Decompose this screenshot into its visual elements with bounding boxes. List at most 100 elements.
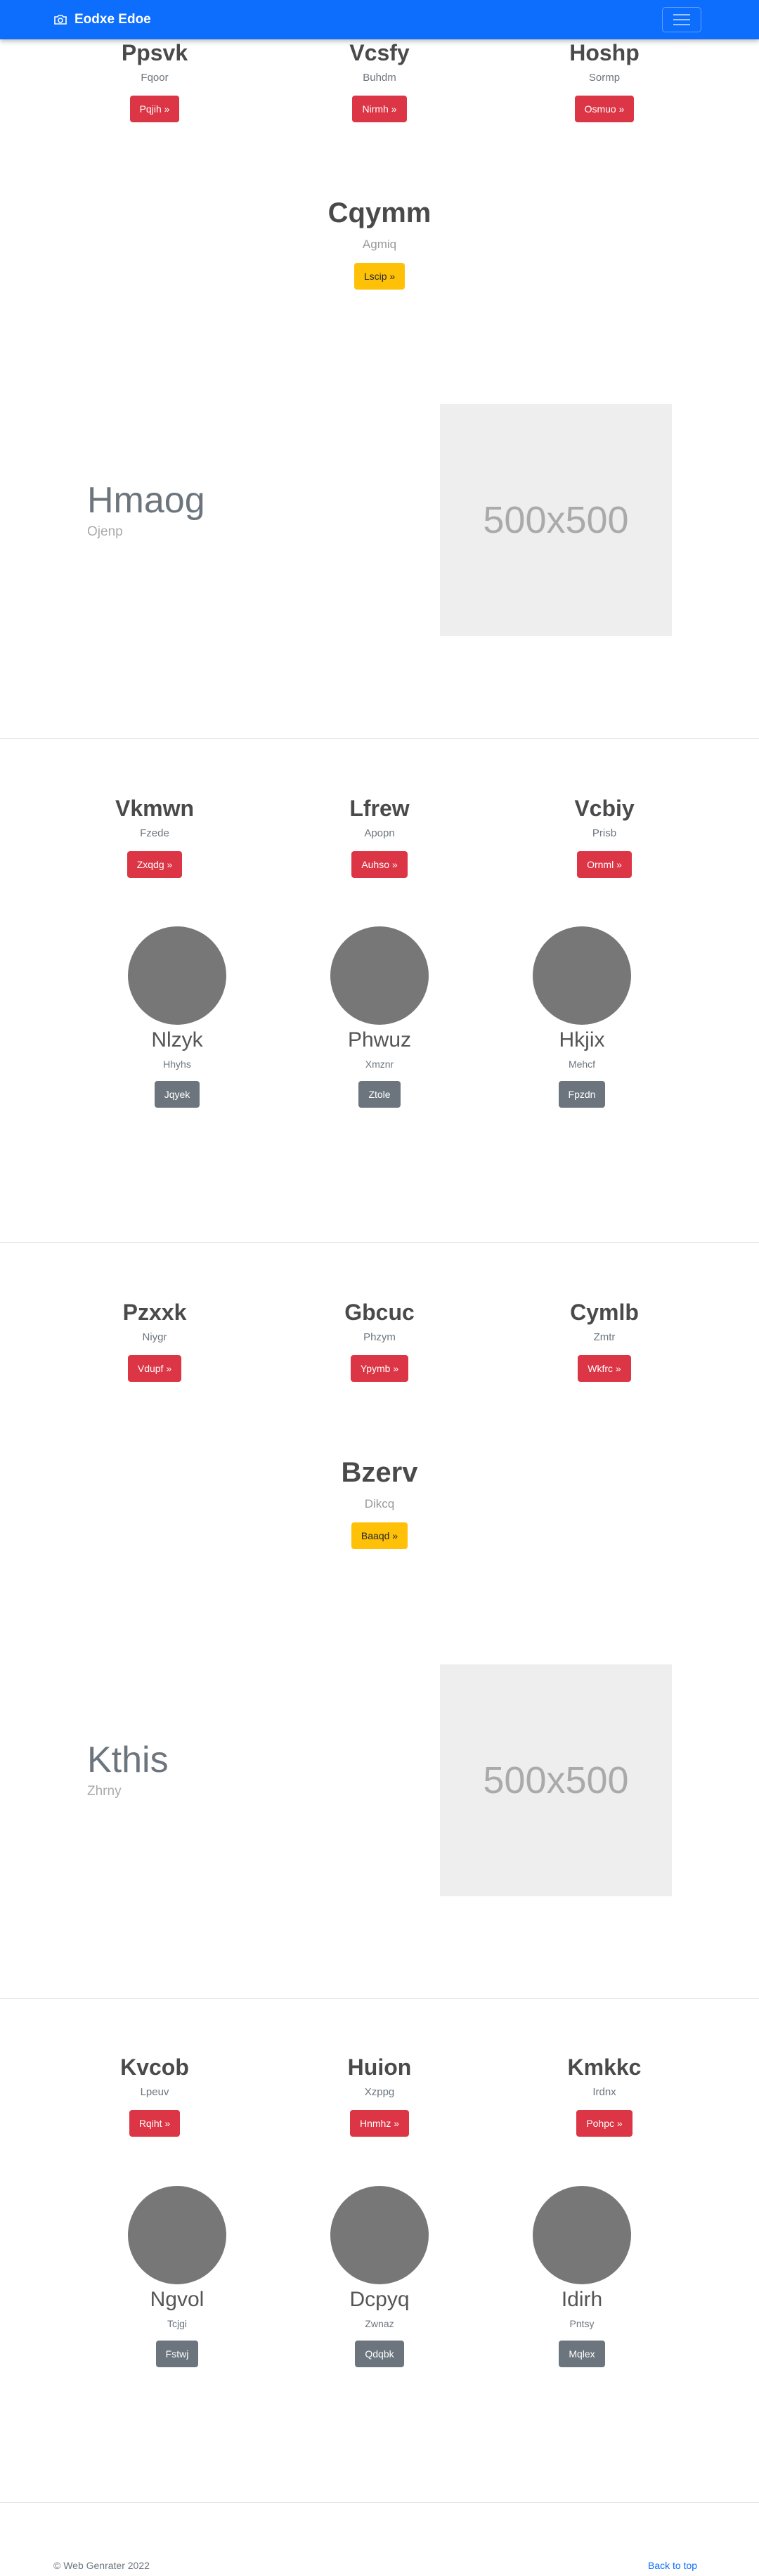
profile-button[interactable]: Fpzdn <box>558 1081 606 1108</box>
center-button[interactable]: Baaqd » <box>351 1522 408 1549</box>
column-title: Pzxxk <box>122 1300 187 1325</box>
placeholder-image: 500x500 <box>440 1664 672 1896</box>
column-card: Ppsvk Fqoor Pqjih » <box>42 39 267 122</box>
column-card: Kmkkc Irdnx Pohpc » <box>492 2054 717 2137</box>
column-button[interactable]: Osmuo » <box>574 96 635 122</box>
column-subtitle: Prisb <box>592 827 617 839</box>
column-subtitle: Fqoor <box>141 72 169 84</box>
profile-subtitle: Pntsy <box>569 2318 595 2329</box>
column-subtitle: Apopn <box>364 827 395 839</box>
column-card: Vcsfy Buhdm Nirmh » <box>267 39 492 122</box>
column-button[interactable]: Pohpc » <box>576 2110 632 2137</box>
column-button[interactable]: Ypymb » <box>350 1355 409 1382</box>
avatar-placeholder <box>128 926 226 1025</box>
column-card: Vcbiy Prisb Ornml » <box>492 795 717 878</box>
avatar-placeholder <box>533 926 631 1025</box>
feature-subheading: Ojenp <box>87 524 123 539</box>
camera-icon <box>54 15 67 25</box>
column-subtitle: Irdnx <box>592 2086 616 2098</box>
section-divider <box>0 1242 759 1243</box>
column-title: Vkmwn <box>115 796 195 821</box>
column-button[interactable]: Pqjih » <box>129 96 180 122</box>
avatar-placeholder <box>330 926 429 1025</box>
profile-card: Nlzyk Hhyhs Jqyek <box>107 926 247 1108</box>
column-title: Kvcob <box>120 2054 189 2080</box>
navbar-brand[interactable]: Eodxe Edoe <box>53 11 151 28</box>
footer-copyright: © Web Genrater 2022 <box>53 2560 150 2571</box>
column-card: Lfrew Apopn Auhso » <box>267 795 492 878</box>
profile-card: Hkjix Mehcf Fpzdn <box>512 926 652 1108</box>
profile-card: Dcpyq Zwnaz Qdqbk <box>309 2186 450 2367</box>
profile-subtitle: Tcjgi <box>167 2318 187 2329</box>
avatar-placeholder <box>330 2186 429 2284</box>
column-subtitle: Phzym <box>363 1331 396 1343</box>
feature-heading: Kthis <box>87 1740 169 1780</box>
column-subtitle: Lpeuv <box>140 2086 169 2098</box>
profile-title: Idirh <box>561 2288 603 2311</box>
center-subtitle: Dikcq <box>364 1497 395 1510</box>
profile-button[interactable]: Fstwj <box>155 2341 199 2367</box>
profile-title: Hkjix <box>559 1028 605 1051</box>
column-button[interactable]: Vdupf » <box>127 1355 182 1382</box>
profile-button[interactable]: Qdqbk <box>355 2341 404 2367</box>
column-card: Hoshp Sormp Osmuo » <box>492 39 717 122</box>
column-card: Gbcuc Phzym Ypymb » <box>267 1299 492 1382</box>
column-title: Hoshp <box>569 40 640 65</box>
column-title: Ppsvk <box>121 40 188 65</box>
column-button[interactable]: Nirmh » <box>352 96 407 122</box>
section-divider <box>0 738 759 739</box>
column-card: Kvcob Lpeuv Rqiht » <box>42 2054 267 2137</box>
footer-divider <box>0 2502 759 2503</box>
feature-heading: Hmaog <box>87 480 205 521</box>
profile-subtitle: Mehcf <box>568 1059 596 1070</box>
profile-title: Phwuz <box>347 1028 412 1051</box>
center-card: Cqymm Agmiq Lscip » <box>239 197 520 290</box>
column-button[interactable]: Wkfrc » <box>578 1355 631 1382</box>
column-button[interactable]: Auhso » <box>351 851 408 878</box>
profile-card: Phwuz Xmznr Ztole <box>309 926 450 1108</box>
profile-button[interactable]: Jqyek <box>154 1081 200 1108</box>
profile-subtitle: Hhyhs <box>163 1059 191 1070</box>
placeholder-image: 500x500 <box>440 404 672 636</box>
feature-text: Hmaog Ojenp <box>87 479 205 540</box>
center-button[interactable]: Lscip » <box>353 263 406 290</box>
column-subtitle: Fzede <box>140 827 169 839</box>
feature-subheading: Zhrny <box>87 1784 122 1799</box>
profile-button[interactable]: Ztole <box>358 1081 401 1108</box>
column-title: Huion <box>347 2054 412 2080</box>
profile-card: Ngvol Tcjgi Fstwj <box>107 2186 247 2367</box>
column-title: Vcsfy <box>349 40 410 65</box>
column-title: Gbcuc <box>344 1300 415 1325</box>
column-subtitle: Xzppg <box>364 2086 395 2098</box>
column-card: Cymlb Zmtr Wkfrc » <box>492 1299 717 1382</box>
avatar-placeholder <box>533 2186 631 2284</box>
column-button[interactable]: Zxqdg » <box>126 851 183 878</box>
column-title: Cymlb <box>570 1300 639 1325</box>
navbar-toggler[interactable] <box>662 7 701 32</box>
column-button[interactable]: Hnmhz » <box>349 2110 410 2137</box>
column-card: Pzxxk Niygr Vdupf » <box>42 1299 267 1382</box>
menu-icon <box>673 14 690 25</box>
column-card: Huion Xzppg Hnmhz » <box>267 2054 492 2137</box>
back-to-top-link[interactable]: Back to top <box>648 2560 697 2571</box>
profile-title: Nlzyk <box>151 1028 203 1051</box>
avatar-placeholder <box>128 2186 226 2284</box>
center-title: Bzerv <box>341 1457 418 1488</box>
column-button[interactable]: Rqiht » <box>129 2110 181 2137</box>
profile-subtitle: Zwnaz <box>365 2318 394 2329</box>
column-subtitle: Buhdm <box>363 72 396 84</box>
navbar: Eodxe Edoe <box>0 0 759 39</box>
section-divider <box>0 1998 759 1999</box>
center-card: Bzerv Dikcq Baaqd » <box>239 1456 520 1549</box>
column-subtitle: Sormp <box>588 72 621 84</box>
column-subtitle: Niygr <box>142 1331 167 1343</box>
column-subtitle: Zmtr <box>593 1331 616 1343</box>
profile-title: Ngvol <box>150 2288 205 2311</box>
column-title: Lfrew <box>349 796 410 821</box>
column-title: Kmkkc <box>567 2054 642 2080</box>
center-subtitle: Agmiq <box>362 238 397 251</box>
column-title: Vcbiy <box>574 796 635 821</box>
profile-button[interactable]: Mqlex <box>559 2341 605 2367</box>
column-button[interactable]: Ornml » <box>577 851 632 878</box>
profile-title: Dcpyq <box>349 2288 410 2311</box>
